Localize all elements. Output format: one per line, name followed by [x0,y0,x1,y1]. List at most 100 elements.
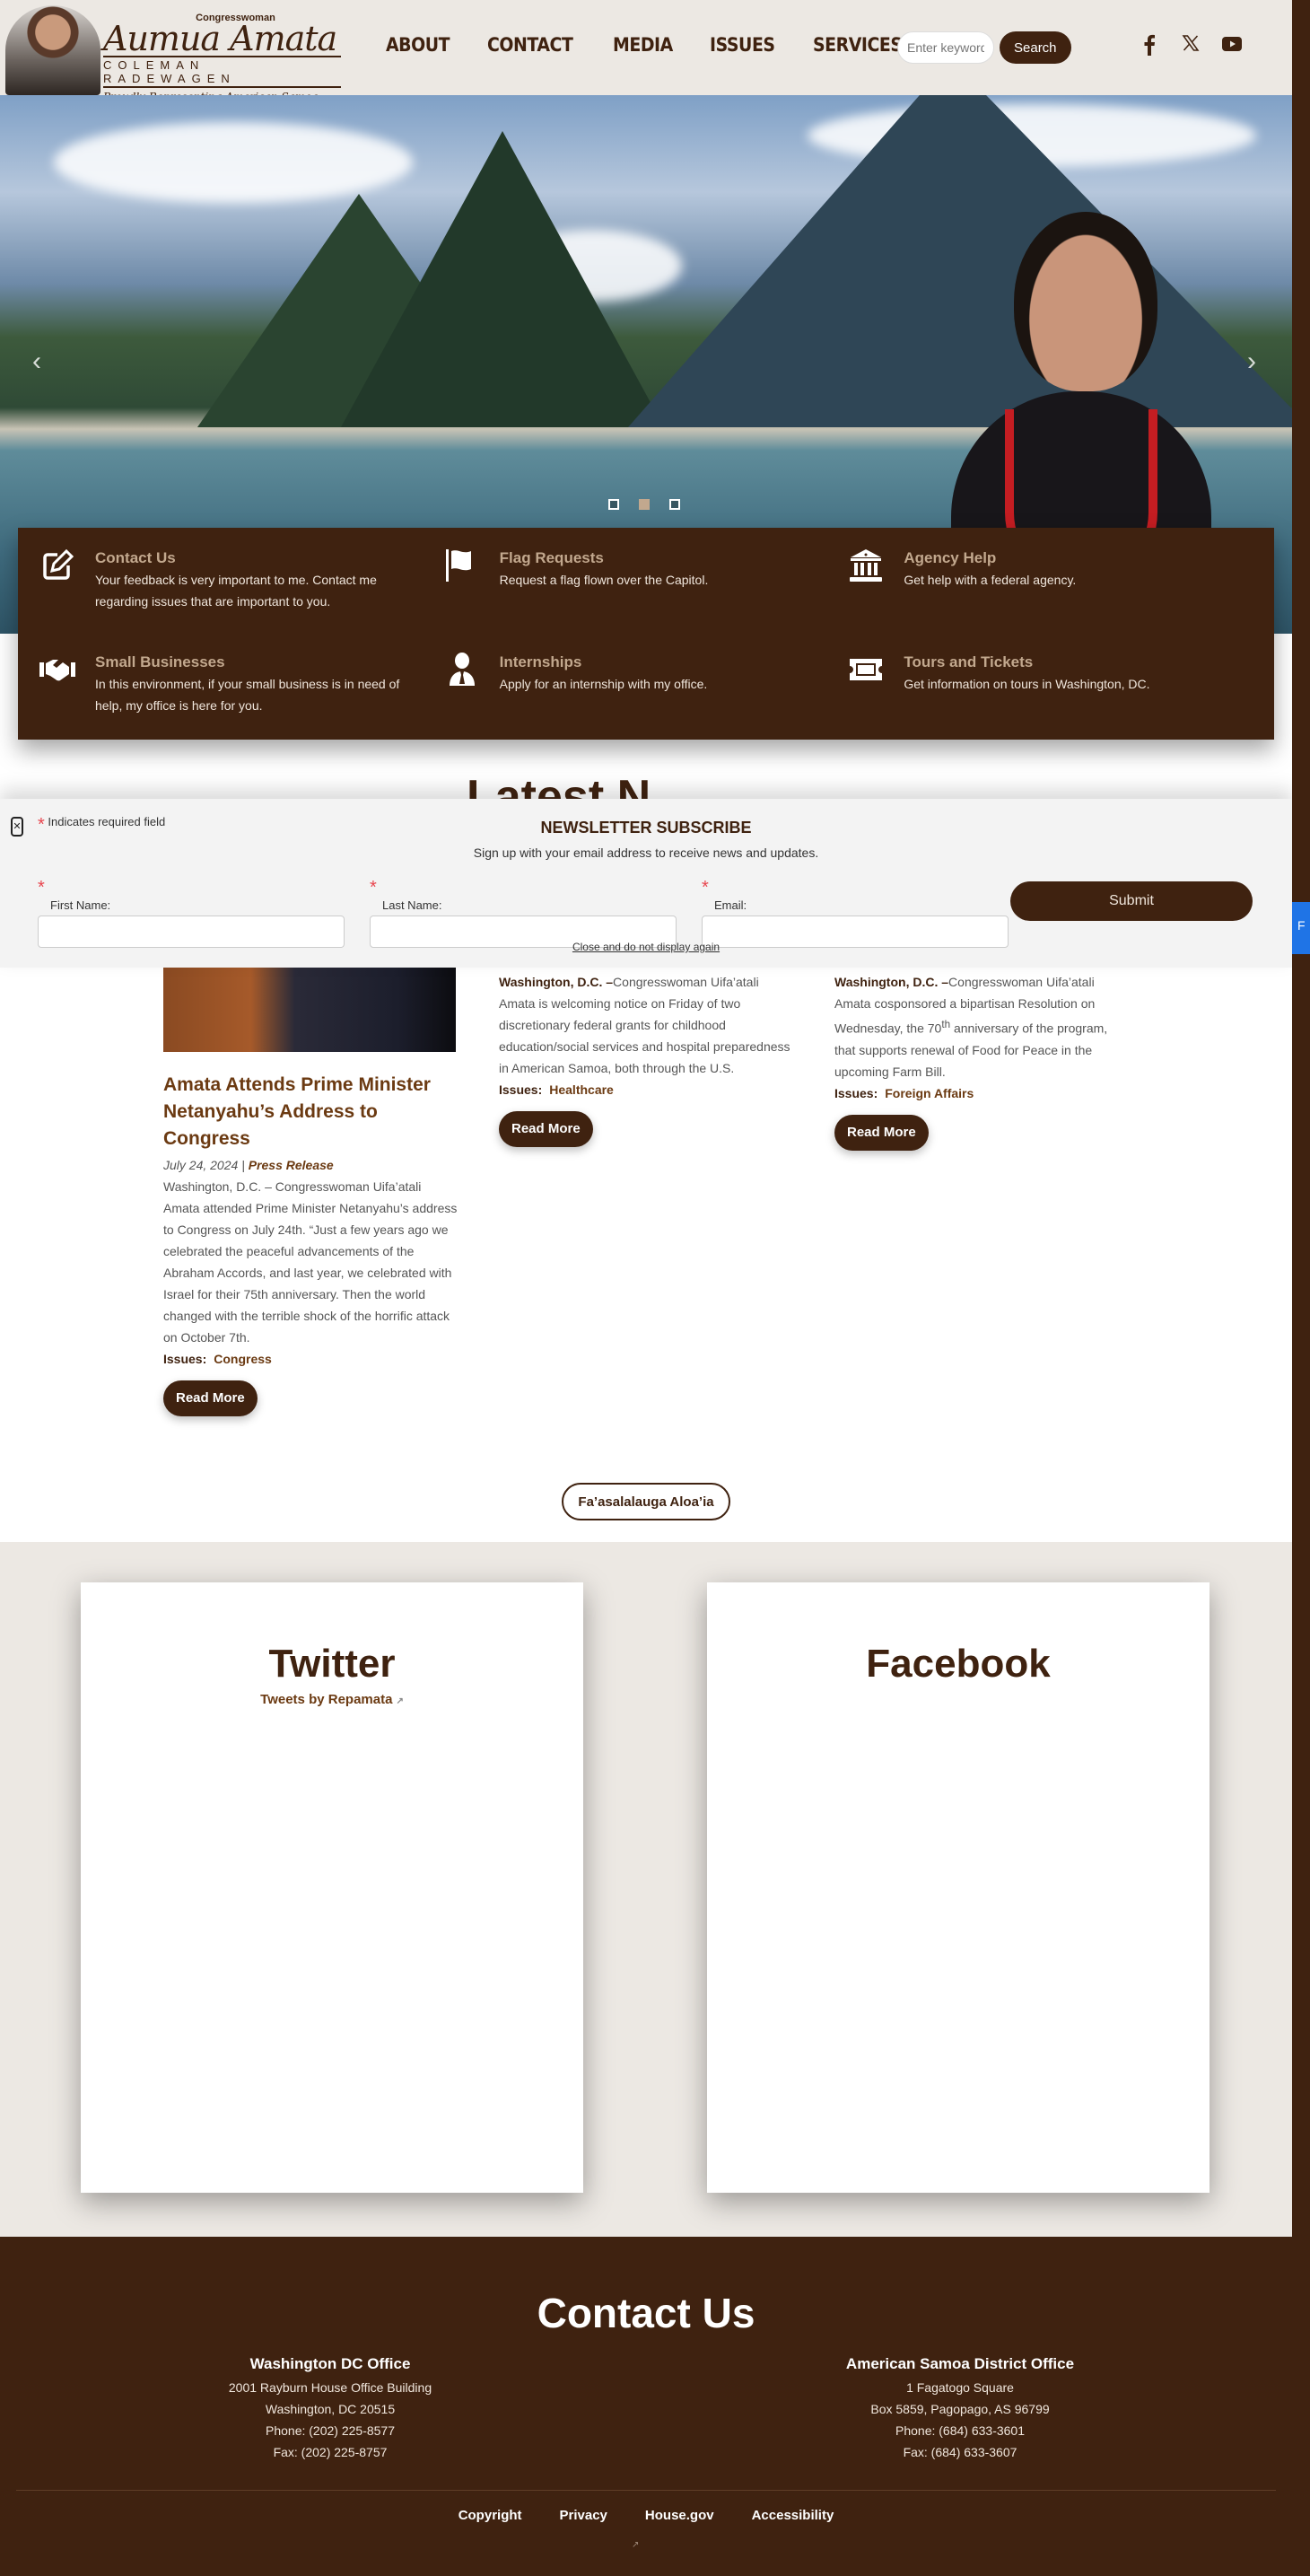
news-article-image[interactable] [163,968,456,1052]
footer-link-copyright[interactable]: Copyright [458,2508,522,2523]
office-name: Washington DC Office [249,2355,411,2372]
news-article-title[interactable]: Amata Attends Prime Minister Netanyahu’s… [163,1072,459,1152]
logo-surname: COLEMAN RADEWAGEN [103,56,341,88]
carousel-next-arrow[interactable]: › [1247,346,1256,377]
news-article-text: Congresswoman Uifa’atali Amata is welcom… [499,975,790,1075]
read-more-button[interactable]: Read More [163,1380,258,1416]
required-asterisk: * [38,878,45,898]
footer-links: Copyright Privacy House.gov Accessibilit… [0,2508,1292,2523]
building-icon [848,548,884,583]
footer-link-privacy[interactable]: Privacy [560,2508,607,2523]
service-small-businesses[interactable]: Small Businesses In this environment, if… [39,652,444,720]
user-tie-icon [444,652,480,688]
service-description: Apply for an internship with my office. [499,677,708,691]
carousel-indicators [608,499,680,510]
service-flag-requests[interactable]: Flag Requests Request a flag flown over … [444,548,849,616]
facebook-icon[interactable] [1140,34,1159,57]
twitter-timeline-link[interactable]: Tweets by Repamata ↗ [260,1692,404,1707]
twitter-feed-card: Twitter Tweets by Repamata ↗ [81,1582,583,2193]
office-address-line: Washington, DC 20515 [265,2402,396,2416]
news-article-issues: Issues: Foreign Affairs [834,1082,1131,1104]
office-washington-dc: Washington DC Office 2001 Rayburn House … [151,2353,510,2463]
service-tours-tickets[interactable]: Tours and Tickets Get information on tou… [848,652,1253,720]
footer-link-house-gov[interactable]: House.gov [645,2508,714,2523]
handshake-icon [39,652,75,688]
issues-label: Issues: [499,1082,543,1097]
services-panel: Contact Us Your feedback is very importa… [18,528,1274,740]
required-asterisk: * [370,878,377,898]
facebook-feed-card: Facebook [707,1582,1210,2193]
footer-heading: Contact Us [537,2290,755,2336]
more-news-button[interactable]: Fa’asalalauga Aloa’ia [562,1483,730,1520]
email-label: Email: [714,898,747,912]
page: Congresswoman Aumua Amata COLEMAN RADEWA… [0,0,1292,2576]
carousel-dot[interactable] [669,499,680,510]
external-link-icon: ↗ [632,2540,640,2550]
office-phone[interactable]: Phone: (202) 225-8577 [151,2420,510,2441]
feedback-tab[interactable]: F [1292,902,1310,954]
office-fax: Fax: (202) 225-8757 [273,2445,388,2459]
service-description: Request a flag flown over the Capitol. [499,573,709,587]
news-article-meta: July 24, 2024 | Press Release [163,1154,459,1176]
hero-mountain [341,131,664,427]
search-button[interactable]: Search [1000,31,1071,64]
edit-icon [39,548,75,583]
office-address-line: 1 Fagatogo Square [906,2380,1014,2395]
service-title: Small Businesses [95,653,225,670]
issues-label: Issues: [163,1352,207,1366]
newsletter-submit-button[interactable]: Submit [1010,881,1253,921]
news-article-type[interactable]: Press Release [249,1158,334,1172]
news-article-body: Washington, D.C. –Congresswoman Uifa’ata… [834,971,1131,1082]
read-more-button[interactable]: Read More [499,1111,593,1147]
service-description: Get information on tours in Washington, … [904,677,1150,691]
nav-about[interactable]: ABOUT [386,34,450,56]
nav-services[interactable]: SERVICES [813,34,903,56]
twitter-link-text: Tweets by Repamata [260,1692,393,1707]
youtube-icon[interactable] [1222,34,1242,57]
carousel-dot[interactable] [608,499,619,510]
carousel-prev-arrow[interactable]: ‹ [32,346,41,377]
issue-link[interactable]: Healthcare [549,1082,614,1097]
logo-portrait[interactable] [5,5,100,95]
news-article-dateline: Washington, D.C. – [499,975,614,989]
site-logo[interactable]: Congresswoman Aumua Amata COLEMAN RADEWA… [103,13,341,103]
dismiss-newsletter-link[interactable]: Close and do not display again [0,941,1292,953]
service-title: Flag Requests [499,549,604,566]
last-name-label: Last Name: [382,898,442,912]
news-article-issues: Issues: Congress [163,1348,459,1370]
service-title: Agency Help [904,549,997,566]
office-name: American Samoa District Office [845,2355,1075,2372]
news-article-body: Washington, D.C. –Congresswoman Uifa’ata… [499,971,795,1079]
first-name-group: * First Name: [38,878,345,948]
service-title: Contact Us [95,549,176,566]
page-scrollbar-track[interactable] [1292,0,1310,2576]
nav-media[interactable]: MEDIA [613,34,673,56]
office-address-line: 2001 Rayburn House Office Building [228,2380,432,2395]
news-article: Amata Attends Prime Minister Netanyahu’s… [163,968,459,1416]
newsletter-title: NEWSLETTER SUBSCRIBE [540,819,752,837]
first-name-label: First Name: [50,898,111,912]
service-contact-us[interactable]: Contact Us Your feedback is very importa… [39,548,444,616]
last-name-group: * Last Name: [370,878,677,948]
news-article-date: July 24, 2024 [163,1158,239,1172]
service-internships[interactable]: Internships Apply for an internship with… [444,652,849,720]
news-article-body: Washington, D.C. – Congresswoman Uifa’at… [163,1179,458,1345]
issue-link[interactable]: Congress [214,1352,272,1366]
nav-issues[interactable]: ISSUES [710,34,775,56]
carousel-dot-active[interactable] [639,499,650,510]
site-header: Congresswoman Aumua Amata COLEMAN RADEWA… [0,0,1292,103]
office-phone[interactable]: Phone: (684) 633-3601 [781,2420,1140,2441]
footer-divider [16,2490,1276,2491]
footer-link-accessibility[interactable]: Accessibility [752,2508,834,2523]
service-agency-help[interactable]: Agency Help Get help with a federal agen… [848,548,1253,616]
read-more-button[interactable]: Read More [834,1114,929,1151]
search-input[interactable] [897,31,994,64]
nav-contact[interactable]: CONTACT [487,34,573,56]
x-icon[interactable] [1181,34,1201,57]
social-links [1140,34,1242,57]
service-title: Internships [499,653,582,670]
newsletter-popup: ✕ * Indicates required field NEWSLETTER … [0,799,1292,968]
issue-link[interactable]: Foreign Affairs [885,1086,974,1100]
flag-icon [444,548,480,583]
issues-label: Issues: [834,1085,878,1100]
